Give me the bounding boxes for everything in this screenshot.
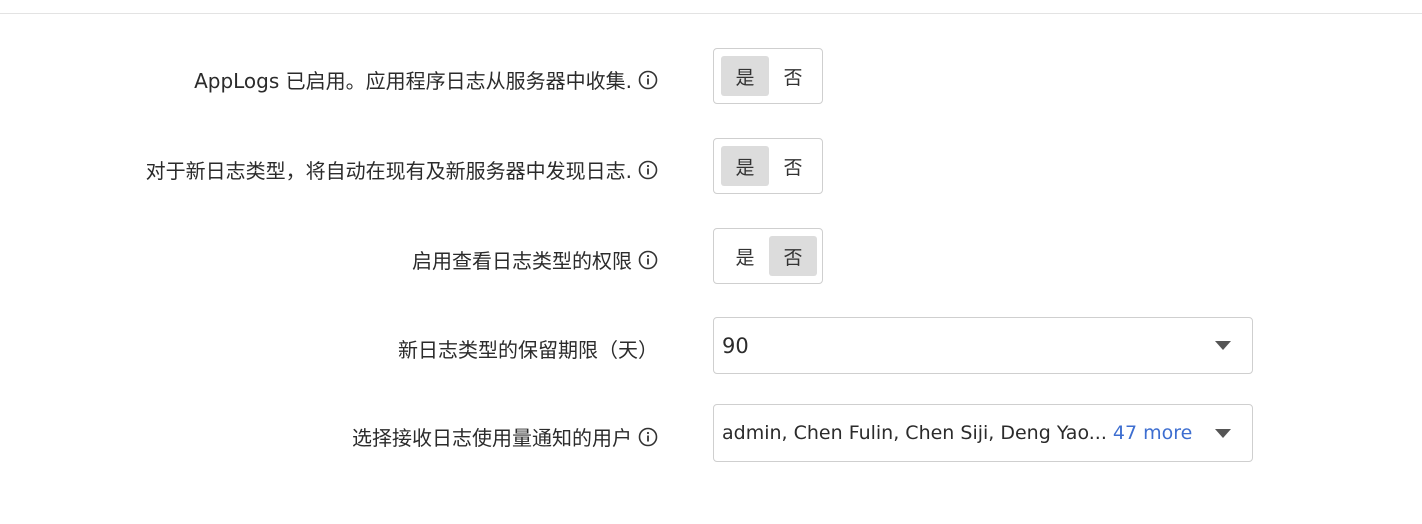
info-icon[interactable] — [638, 250, 658, 270]
setting-row-applogs-enabled: AppLogs 已启用。应用程序日志从服务器中收集. 是 否 — [0, 48, 1422, 105]
toggle-yes-button[interactable]: 是 — [721, 146, 769, 186]
info-icon[interactable] — [638, 427, 658, 447]
top-divider — [0, 13, 1422, 14]
setting-label-text: 选择接收日志使用量通知的用户 — [352, 426, 632, 450]
setting-row-notify-users: 选择接收日志使用量通知的用户 admin, Chen Fulin, Chen S… — [0, 404, 1422, 462]
retention-days-select[interactable]: 90 — [713, 317, 1253, 374]
info-icon[interactable] — [638, 160, 658, 180]
toggle-yes-button[interactable]: 是 — [721, 56, 769, 96]
toggle-yes-button[interactable]: 是 — [721, 236, 769, 276]
setting-label: 新日志类型的保留期限（天） — [398, 334, 658, 363]
setting-label-text: 启用查看日志类型的权限 — [412, 249, 632, 273]
setting-label: 启用查看日志类型的权限 — [412, 245, 658, 274]
chevron-down-icon[interactable] — [1215, 429, 1231, 438]
yes-no-toggle: 是 否 — [713, 48, 823, 104]
yes-no-toggle: 是 否 — [713, 228, 823, 284]
notify-users-select[interactable]: admin, Chen Fulin, Chen Siji, Deng Yao..… — [713, 404, 1253, 462]
setting-label: 对于新日志类型，将自动在现有及新服务器中发现日志. — [146, 155, 658, 184]
setting-row-auto-discover: 对于新日志类型，将自动在现有及新服务器中发现日志. 是 否 — [0, 138, 1422, 195]
more-users-link[interactable]: 47 more — [1113, 422, 1192, 444]
toggle-no-button[interactable]: 否 — [769, 56, 817, 96]
setting-row-view-permissions: 启用查看日志类型的权限 是 否 — [0, 228, 1422, 285]
select-value: 90 — [722, 333, 749, 358]
setting-label: AppLogs 已启用。应用程序日志从服务器中收集. — [194, 65, 658, 94]
selected-users-text: admin, Chen Fulin, Chen Siji, Deng Yao..… — [722, 422, 1107, 444]
setting-row-retention-days: 新日志类型的保留期限（天） 90 — [0, 317, 1422, 374]
select-value: admin, Chen Fulin, Chen Siji, Deng Yao..… — [722, 405, 1192, 461]
yes-no-toggle: 是 否 — [713, 138, 823, 194]
chevron-down-icon[interactable] — [1215, 341, 1231, 350]
setting-label-text: 新日志类型的保留期限（天） — [398, 338, 658, 362]
setting-label: 选择接收日志使用量通知的用户 — [352, 422, 658, 451]
setting-label-text: AppLogs 已启用。应用程序日志从服务器中收集. — [194, 69, 632, 93]
setting-label-text: 对于新日志类型，将自动在现有及新服务器中发现日志. — [145, 159, 632, 183]
toggle-no-button[interactable]: 否 — [769, 146, 817, 186]
info-icon[interactable] — [638, 70, 658, 90]
toggle-no-button[interactable]: 否 — [769, 236, 817, 276]
